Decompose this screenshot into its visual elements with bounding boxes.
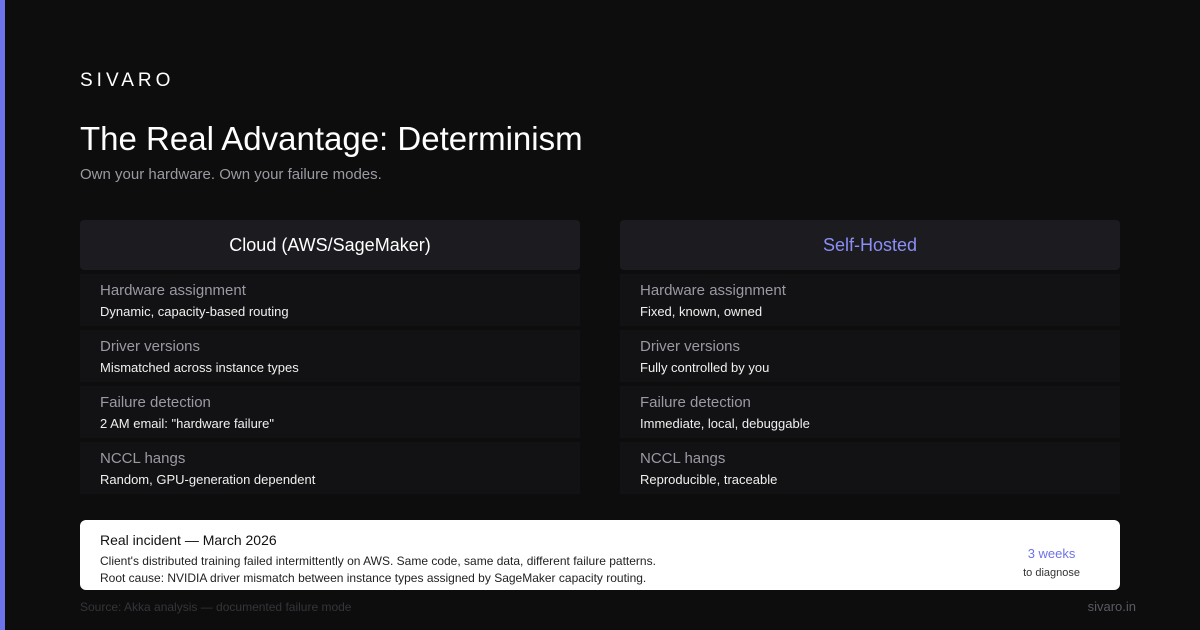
self-hosted-row-hardware: Hardware assignment Fixed, known, owned [620,274,1120,326]
page-title: The Real Advantage: Determinism [80,120,583,157]
self-hosted-row-failure-detection: Failure detection Immediate, local, debu… [620,386,1120,438]
row-value: Random, GPU-generation dependent [100,472,316,487]
cloud-column: Cloud (AWS/SageMaker) Hardware assignmen… [80,220,580,498]
row-value: Mismatched across instance types [100,360,299,375]
incident-metric: 3 weeks to diagnose [1023,546,1080,580]
accent-bar [0,0,5,630]
page-subtitle: Own your hardware. Own your failure mode… [80,166,382,183]
source-note: Source: Akka analysis — documented failu… [80,600,352,614]
self-hosted-column-heading: Self-Hosted [620,220,1120,270]
cloud-row-drivers: Driver versions Mismatched across instan… [80,330,580,382]
cloud-column-heading: Cloud (AWS/SageMaker) [80,220,580,270]
row-label: NCCL hangs [640,450,726,467]
cloud-row-nccl: NCCL hangs Random, GPU-generation depend… [80,442,580,494]
row-value: Fully controlled by you [640,360,770,375]
incident-root-cause: Root cause: NVIDIA driver mismatch betwe… [100,571,647,585]
self-hosted-column: Self-Hosted Hardware assignment Fixed, k… [620,220,1120,498]
row-label: Driver versions [640,338,741,355]
cloud-row-hardware: Hardware assignment Dynamic, capacity-ba… [80,274,580,326]
row-value: Dynamic, capacity-based routing [100,304,289,319]
row-label: NCCL hangs [100,450,186,467]
row-label: Failure detection [640,394,751,411]
row-value: Immediate, local, debuggable [640,416,810,431]
brand-logo: SIVARO [80,70,175,91]
incident-description: Client's distributed training failed int… [100,554,656,568]
metric-label: to diagnose [1023,567,1080,579]
cloud-row-failure-detection: Failure detection 2 AM email: "hardware … [80,386,580,438]
row-label: Failure detection [100,394,211,411]
row-label: Hardware assignment [640,282,786,299]
incident-callout: Real incident — March 2026 Client's dist… [80,520,1120,590]
row-value: Reproducible, traceable [640,472,778,487]
incident-title: Real incident — March 2026 [100,532,277,548]
row-label: Hardware assignment [100,282,246,299]
row-label: Driver versions [100,338,201,355]
self-hosted-row-drivers: Driver versions Fully controlled by you [620,330,1120,382]
row-value: 2 AM email: "hardware failure" [100,416,274,431]
metric-value: 3 weeks [1027,546,1076,561]
site-url: sivaro.in [1087,599,1136,614]
self-hosted-row-nccl: NCCL hangs Reproducible, traceable [620,442,1120,494]
row-value: Fixed, known, owned [640,304,763,319]
